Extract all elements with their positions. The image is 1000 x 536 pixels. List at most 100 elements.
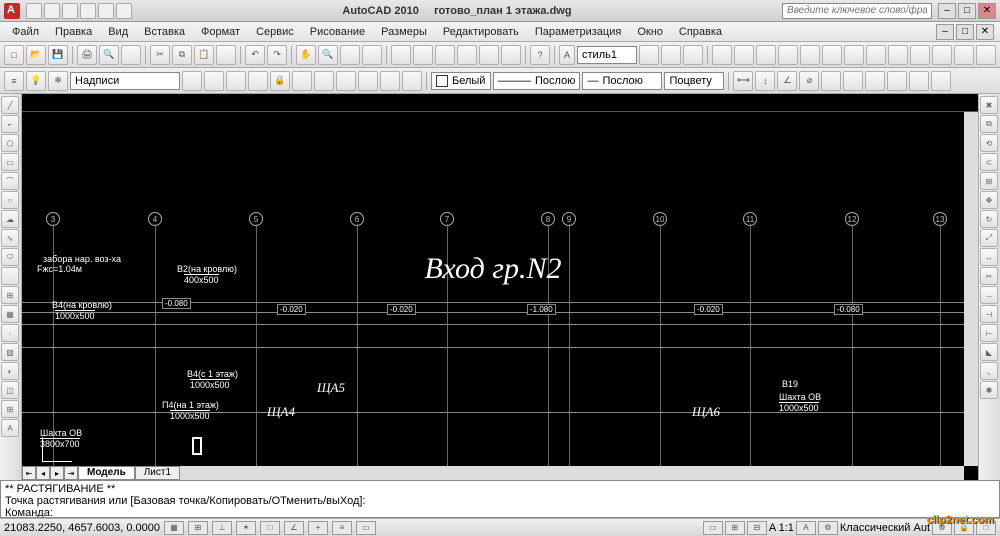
trim-icon[interactable]: ✂ bbox=[980, 267, 998, 285]
mtext-icon[interactable]: A bbox=[1, 419, 19, 437]
extend-icon[interactable]: → bbox=[980, 286, 998, 304]
rotate-icon[interactable]: ↻ bbox=[980, 210, 998, 228]
dim-tolerance-icon[interactable] bbox=[910, 45, 930, 65]
copy2-icon[interactable]: ⧉ bbox=[980, 115, 998, 133]
osnap-toggle[interactable]: □ bbox=[260, 521, 280, 535]
anno-auto-icon[interactable]: ⚙ bbox=[818, 521, 838, 535]
dim-misc6-icon[interactable] bbox=[931, 71, 951, 91]
hatch-icon[interactable]: ▨ bbox=[1, 343, 19, 361]
linetype-combo[interactable]: ——— Послою bbox=[493, 72, 580, 90]
zoom-prev-icon[interactable] bbox=[362, 45, 382, 65]
rectangle-icon[interactable]: ▭ bbox=[1, 153, 19, 171]
layer-iso-icon[interactable] bbox=[226, 71, 246, 91]
erase-icon[interactable]: ✖ bbox=[980, 96, 998, 114]
quickview-icon[interactable]: ⊞ bbox=[725, 521, 745, 535]
menu-window[interactable]: Окно bbox=[631, 24, 669, 40]
dim-baseline-icon[interactable] bbox=[866, 45, 886, 65]
scale-icon[interactable]: ⤢ bbox=[980, 229, 998, 247]
table-icon[interactable]: ⊞ bbox=[1, 400, 19, 418]
dim-arc-icon[interactable] bbox=[756, 45, 776, 65]
dim-v-icon[interactable]: ↕ bbox=[755, 71, 775, 91]
qat-save-icon[interactable] bbox=[62, 3, 78, 19]
dim-edit-icon[interactable] bbox=[954, 45, 974, 65]
layer-freeze2-icon[interactable] bbox=[380, 71, 400, 91]
pan-icon[interactable]: ✋ bbox=[296, 45, 316, 65]
properties-icon[interactable] bbox=[391, 45, 411, 65]
dim-linear-icon[interactable] bbox=[712, 45, 732, 65]
markup-icon[interactable] bbox=[479, 45, 499, 65]
zoom-icon[interactable]: 🔍 bbox=[318, 45, 338, 65]
dim-center-icon[interactable] bbox=[932, 45, 952, 65]
match-icon[interactable] bbox=[216, 45, 236, 65]
layer-off-icon[interactable] bbox=[336, 71, 356, 91]
layer-previous-icon[interactable] bbox=[182, 71, 202, 91]
chamfer-icon[interactable]: ◣ bbox=[980, 343, 998, 361]
layer-thaw-icon[interactable] bbox=[402, 71, 422, 91]
preview-icon[interactable]: 🔍 bbox=[99, 45, 119, 65]
lwt-toggle[interactable]: ≡ bbox=[332, 521, 352, 535]
lineweight-combo[interactable]: — Послою bbox=[582, 72, 662, 90]
menu-parametric[interactable]: Параметризация bbox=[529, 24, 627, 40]
horizontal-scrollbar[interactable] bbox=[180, 466, 964, 480]
layer-lock-icon[interactable]: 🔒 bbox=[270, 71, 290, 91]
sheet-first-icon[interactable]: ⇤ bbox=[22, 466, 36, 480]
new-icon[interactable]: □ bbox=[4, 45, 24, 65]
help-icon[interactable]: ? bbox=[530, 45, 550, 65]
arc-icon[interactable]: ⌒ bbox=[1, 172, 19, 190]
menu-insert[interactable]: Вставка bbox=[138, 24, 191, 40]
minimize-button[interactable]: – bbox=[938, 3, 956, 19]
vertical-scrollbar[interactable] bbox=[964, 112, 978, 466]
maximize-button[interactable]: □ bbox=[958, 3, 976, 19]
ellipse-arc-icon[interactable] bbox=[1, 267, 19, 285]
dim-diameter-icon[interactable] bbox=[800, 45, 820, 65]
model-paper-toggle[interactable]: ▭ bbox=[703, 521, 723, 535]
textstyle-icon[interactable]: A bbox=[559, 45, 575, 65]
open-icon[interactable]: 📂 bbox=[26, 45, 46, 65]
save-icon[interactable]: 💾 bbox=[48, 45, 68, 65]
layer-freeze-icon[interactable]: ❄ bbox=[48, 71, 68, 91]
qp-toggle[interactable]: ▭ bbox=[356, 521, 376, 535]
ellipse-icon[interactable]: ⬭ bbox=[1, 248, 19, 266]
otrack-toggle[interactable]: ∠ bbox=[284, 521, 304, 535]
menu-draw[interactable]: Рисование bbox=[304, 24, 371, 40]
close-button[interactable]: ✕ bbox=[978, 3, 996, 19]
quickview2-icon[interactable]: ⊟ bbox=[747, 521, 767, 535]
sheetset-icon[interactable] bbox=[457, 45, 477, 65]
fillet-icon[interactable]: ◟ bbox=[980, 362, 998, 380]
grid-toggle[interactable]: ⊞ bbox=[188, 521, 208, 535]
command-window[interactable]: ** РАСТЯГИВАНИЕ ** Точка растягивания ил… bbox=[0, 480, 1000, 518]
layer-state-icon[interactable] bbox=[204, 71, 224, 91]
sheet-next-icon[interactable]: ▸ bbox=[50, 466, 64, 480]
menu-format[interactable]: Формат bbox=[195, 24, 246, 40]
menu-view[interactable]: Вид bbox=[102, 24, 134, 40]
designcenter-icon[interactable] bbox=[413, 45, 433, 65]
dim-misc2-icon[interactable] bbox=[843, 71, 863, 91]
break-icon[interactable]: ⊣ bbox=[980, 305, 998, 323]
dyn-toggle[interactable]: + bbox=[308, 521, 328, 535]
dim-rad-icon[interactable]: ⌀ bbox=[799, 71, 819, 91]
layer-bulb-icon[interactable]: 💡 bbox=[26, 71, 46, 91]
insert-icon[interactable]: ⊞ bbox=[1, 286, 19, 304]
qat-print-icon[interactable] bbox=[116, 3, 132, 19]
gradient-icon[interactable]: ◐ bbox=[1, 362, 19, 380]
pline-icon[interactable]: ⌐ bbox=[1, 115, 19, 133]
sheet-last-icon[interactable]: ⇥ bbox=[64, 466, 78, 480]
dim-misc5-icon[interactable] bbox=[909, 71, 929, 91]
layer-match-icon[interactable] bbox=[314, 71, 334, 91]
dim-h-icon[interactable]: ⟷ bbox=[733, 71, 753, 91]
menu-file[interactable]: Файл bbox=[6, 24, 45, 40]
quickcalc-icon[interactable] bbox=[501, 45, 521, 65]
dim-ang-icon[interactable]: ∠ bbox=[777, 71, 797, 91]
dim-update-icon[interactable] bbox=[976, 45, 996, 65]
paste-icon[interactable]: 📋 bbox=[194, 45, 214, 65]
stretch-icon[interactable]: ↔ bbox=[980, 248, 998, 266]
zoom-window-icon[interactable] bbox=[340, 45, 360, 65]
menu-edit[interactable]: Правка bbox=[49, 24, 98, 40]
layer-combo[interactable]: Надписи bbox=[70, 72, 180, 90]
redo-icon[interactable]: ↷ bbox=[267, 45, 287, 65]
qat-open-icon[interactable] bbox=[44, 3, 60, 19]
circle-icon[interactable]: ○ bbox=[1, 191, 19, 209]
line-icon[interactable]: ╱ bbox=[1, 96, 19, 114]
cut-icon[interactable]: ✂ bbox=[150, 45, 170, 65]
block-icon[interactable]: ▦ bbox=[1, 305, 19, 323]
